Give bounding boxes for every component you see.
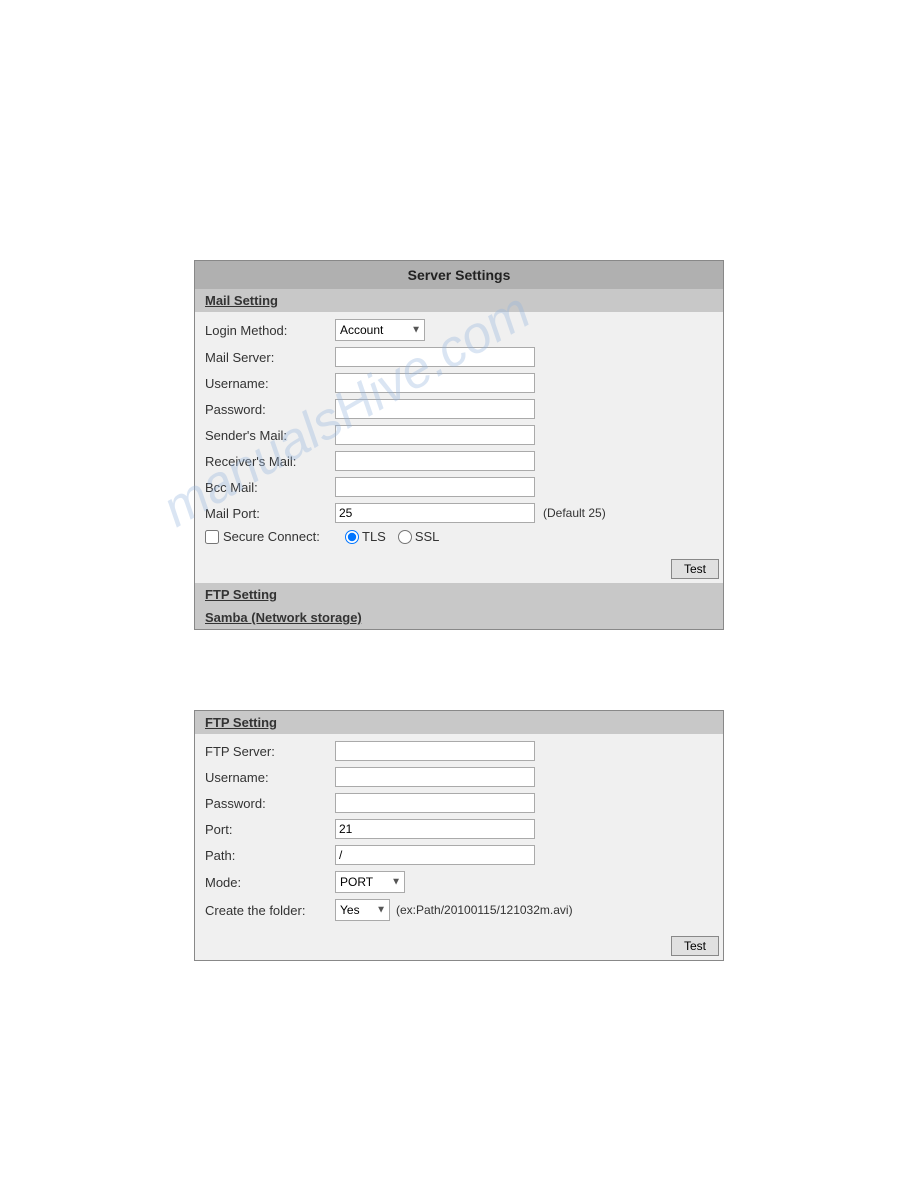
mail-port-control: (Default 25) — [335, 503, 713, 523]
mail-port-label: Mail Port: — [205, 506, 335, 521]
ftp-username-label: Username: — [205, 770, 335, 785]
mail-test-button[interactable]: Test — [671, 559, 719, 579]
ftp-port-row: Port: — [205, 816, 713, 842]
bcc-mail-control — [335, 477, 713, 497]
ftp-path-input[interactable] — [335, 845, 535, 865]
ftp-password-control — [335, 793, 713, 813]
mail-server-control — [335, 347, 713, 367]
mail-password-input[interactable] — [335, 399, 535, 419]
ftp-port-input[interactable] — [335, 819, 535, 839]
mail-username-control — [335, 373, 713, 393]
ftp-mode-row: Mode: PORT PASV ▼ — [205, 868, 713, 896]
secure-connect-text: Secure Connect: — [223, 529, 320, 544]
mail-password-label: Password: — [205, 402, 335, 417]
ftp-server-input[interactable] — [335, 741, 535, 761]
bcc-mail-row: Bcc Mail: — [205, 474, 713, 500]
create-folder-select-wrapper: Yes No ▼ — [335, 899, 390, 921]
ftp-test-row: Test — [195, 932, 723, 960]
mail-username-label: Username: — [205, 376, 335, 391]
login-method-row: Login Method: Account Anonymous ▼ — [205, 316, 713, 344]
ftp-password-input[interactable] — [335, 793, 535, 813]
panel-title: Server Settings — [195, 261, 723, 289]
ftp-username-control — [335, 767, 713, 787]
mail-form: Login Method: Account Anonymous ▼ Mail S… — [195, 312, 723, 555]
senders-mail-control — [335, 425, 713, 445]
mail-password-row: Password: — [205, 396, 713, 422]
ftp-port-control — [335, 819, 713, 839]
ssl-label: SSL — [415, 529, 440, 544]
ftp-server-label: FTP Server: — [205, 744, 335, 759]
senders-mail-row: Sender's Mail: — [205, 422, 713, 448]
ftp-mode-select[interactable]: PORT PASV — [335, 871, 405, 893]
ftp-mode-label: Mode: — [205, 875, 335, 890]
mail-port-default: (Default 25) — [543, 506, 606, 520]
page-content: Server Settings Mail Setting Login Metho… — [0, 0, 918, 1041]
create-folder-label: Create the folder: — [205, 903, 335, 918]
secure-connect-row: Secure Connect: TLS SSL — [205, 526, 713, 547]
ftp-path-row: Path: — [205, 842, 713, 868]
tls-radio[interactable] — [345, 530, 359, 544]
ftp-username-input[interactable] — [335, 767, 535, 787]
ftp-port-label: Port: — [205, 822, 335, 837]
create-folder-select[interactable]: Yes No — [335, 899, 390, 921]
ftp-path-control — [335, 845, 713, 865]
ftp-test-button[interactable]: Test — [671, 936, 719, 956]
mail-username-row: Username: — [205, 370, 713, 396]
server-settings-panel: Server Settings Mail Setting Login Metho… — [194, 260, 724, 630]
tls-radio-label[interactable]: TLS — [345, 529, 386, 544]
bcc-mail-input[interactable] — [335, 477, 535, 497]
receivers-mail-label: Receiver's Mail: — [205, 454, 335, 469]
login-method-select-wrapper: Account Anonymous ▼ — [335, 319, 425, 341]
create-folder-example: (ex:Path/20100115/121032m.avi) — [396, 903, 573, 917]
bcc-mail-label: Bcc Mail: — [205, 480, 335, 495]
secure-connect-options: TLS SSL — [345, 529, 439, 544]
create-folder-control: Yes No ▼ (ex:Path/20100115/121032m.avi) — [335, 899, 713, 921]
mail-server-input[interactable] — [335, 347, 535, 367]
mail-test-row: Test — [195, 555, 723, 583]
ftp-mode-select-wrapper: PORT PASV ▼ — [335, 871, 405, 893]
secure-connect-checkbox-area: Secure Connect: — [205, 529, 335, 544]
receivers-mail-row: Receiver's Mail: — [205, 448, 713, 474]
secure-connect-checkbox[interactable] — [205, 530, 219, 544]
mail-password-control — [335, 399, 713, 419]
mail-server-row: Mail Server: — [205, 344, 713, 370]
samba-setting-header[interactable]: Samba (Network storage) — [195, 606, 723, 629]
ftp-server-row: FTP Server: — [205, 738, 713, 764]
secure-connect-label[interactable]: Secure Connect: — [205, 529, 320, 544]
login-method-label: Login Method: — [205, 323, 335, 338]
ftp-mode-control: PORT PASV ▼ — [335, 871, 713, 893]
mail-port-input[interactable] — [335, 503, 535, 523]
senders-mail-input[interactable] — [335, 425, 535, 445]
ftp-password-row: Password: — [205, 790, 713, 816]
mail-port-row: Mail Port: (Default 25) — [205, 500, 713, 526]
ftp-server-control — [335, 741, 713, 761]
ftp-setting-header[interactable]: FTP Setting — [195, 583, 723, 606]
mail-server-label: Mail Server: — [205, 350, 335, 365]
ssl-radio-label[interactable]: SSL — [398, 529, 440, 544]
receivers-mail-input[interactable] — [335, 451, 535, 471]
ftp-form: FTP Server: Username: Password: — [195, 734, 723, 932]
senders-mail-label: Sender's Mail: — [205, 428, 335, 443]
login-method-select[interactable]: Account Anonymous — [335, 319, 425, 341]
mail-setting-header[interactable]: Mail Setting — [195, 289, 723, 312]
mail-username-input[interactable] — [335, 373, 535, 393]
tls-label: TLS — [362, 529, 386, 544]
ftp-panel: FTP Setting FTP Server: Username: Passwo… — [194, 710, 724, 961]
ftp-password-label: Password: — [205, 796, 335, 811]
create-folder-row: Create the folder: Yes No ▼ (ex:Path/201… — [205, 896, 713, 924]
ftp-username-row: Username: — [205, 764, 713, 790]
ssl-radio[interactable] — [398, 530, 412, 544]
ftp-path-label: Path: — [205, 848, 335, 863]
receivers-mail-control — [335, 451, 713, 471]
ftp-panel-header[interactable]: FTP Setting — [195, 711, 723, 734]
login-method-control: Account Anonymous ▼ — [335, 319, 713, 341]
